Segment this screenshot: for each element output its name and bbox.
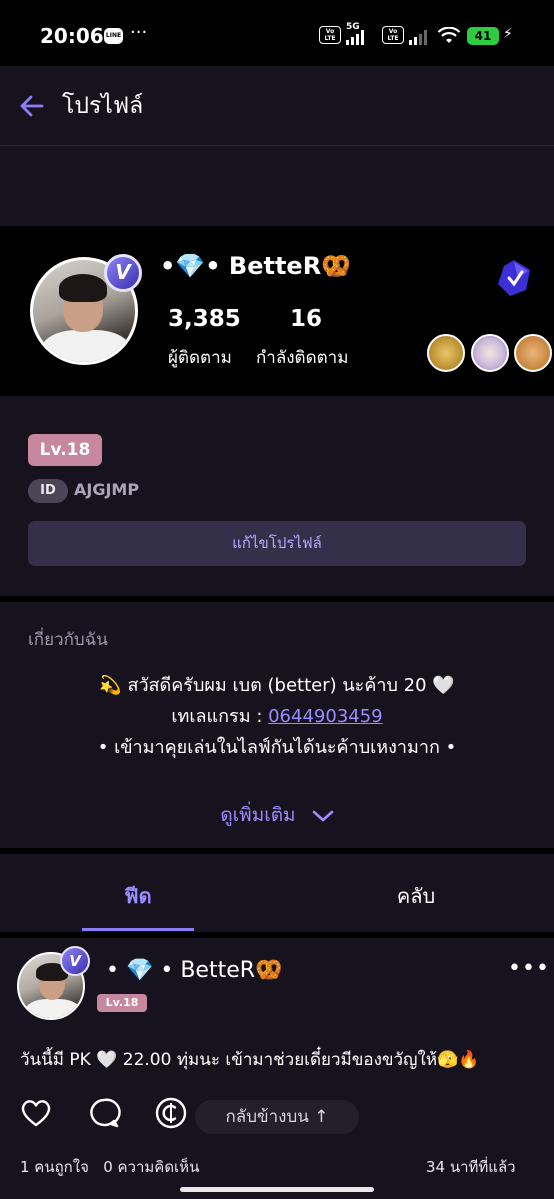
id-label: ID	[28, 479, 68, 503]
post-stats: 1 คนถูกใจ 0 ความคิดเห็น	[20, 1155, 199, 1179]
about-title: เกี่ยวกับฉัน	[28, 630, 108, 650]
followers-count: 3,385	[168, 306, 241, 332]
verified-badge-icon: V	[104, 254, 142, 292]
coin-gift-icon[interactable]	[154, 1096, 188, 1130]
see-more-label: ดูเพิ่มเติม	[220, 804, 296, 826]
gift-medal-icon-2[interactable]	[471, 334, 509, 372]
user-id[interactable]: AJGJMP	[74, 480, 139, 499]
comment-icon[interactable]	[87, 1096, 121, 1130]
signal-strength-icon	[346, 29, 364, 45]
back-arrow-icon[interactable]	[18, 92, 46, 120]
gift-medal-icon[interactable]	[427, 334, 465, 372]
cover-band	[0, 146, 554, 226]
bio-telegram-label: เทเลแกรม :	[171, 706, 269, 727]
level-badge: Lv.18	[28, 434, 102, 466]
club-badge-icon[interactable]	[496, 258, 532, 298]
bio-line-1: 💫 สวัสดีครับผม เบต (better) นะค้าบ 20 🤍	[99, 675, 455, 696]
post-more-icon[interactable]: •••	[508, 956, 550, 981]
post-text: วันนี้มี PK 🤍 22.00 ทุ่มนะ เข้ามาช่วยเดี…	[20, 1050, 480, 1070]
following-count: 16	[289, 306, 322, 332]
following-label: กำลังติดตาม	[256, 348, 349, 368]
volte-icon-2: Vo LTE	[382, 26, 404, 44]
followers-label: ผู้ติดตาม	[168, 348, 232, 368]
edit-profile-button[interactable]: แก้ไขโปรไฟล์	[28, 521, 526, 566]
comment-count[interactable]: 0 ความคิดเห็น	[103, 1158, 199, 1176]
post-verified-badge-icon: V	[60, 946, 90, 976]
status-more-icon: ···	[130, 22, 148, 43]
battery-icon: 41	[467, 27, 499, 45]
wifi-icon	[437, 27, 461, 43]
post-timestamp: 34 นาทีที่แล้ว	[426, 1158, 516, 1176]
line-app-icon: LINE	[104, 28, 123, 44]
telegram-link[interactable]: 0644903459	[268, 706, 383, 727]
signal-strength-icon-2	[409, 29, 427, 45]
following-stat[interactable]: 16	[276, 306, 336, 332]
gift-medal-icon-3[interactable]	[514, 334, 552, 372]
home-indicator[interactable]	[180, 1187, 374, 1192]
scroll-to-top-button[interactable]: กลับข้างบน ↑	[195, 1100, 359, 1134]
tab-active-indicator	[82, 928, 194, 931]
tab-club[interactable]: คลับ	[360, 880, 472, 912]
display-name: •💎• BetteR🥨	[160, 252, 352, 280]
see-more-button[interactable]: ดูเพิ่มเติม	[0, 800, 554, 830]
volte-icon: Vo LTE	[319, 26, 341, 44]
chevron-down-icon	[312, 810, 333, 821]
page-title: โปรไฟล์	[62, 93, 144, 119]
post-level-badge: Lv.18	[97, 994, 147, 1012]
post-author-name[interactable]: • 💎 • BetteR🥨	[106, 958, 282, 983]
tab-feed[interactable]: ฟีด	[82, 880, 194, 912]
bio-line-2: เทเลแกรม : 0644903459	[0, 701, 554, 730]
charging-icon: ⚡	[503, 26, 513, 42]
like-count[interactable]: 1 คนถูกใจ	[20, 1158, 89, 1176]
like-heart-icon[interactable]	[19, 1096, 53, 1130]
status-time: 20:06	[40, 24, 104, 48]
followers-stat[interactable]: 3,385	[168, 306, 241, 332]
bio-line-3: • เข้ามาคุยเล่นในไลฟ์กันได้นะค้าบเหงามาก…	[97, 737, 457, 758]
